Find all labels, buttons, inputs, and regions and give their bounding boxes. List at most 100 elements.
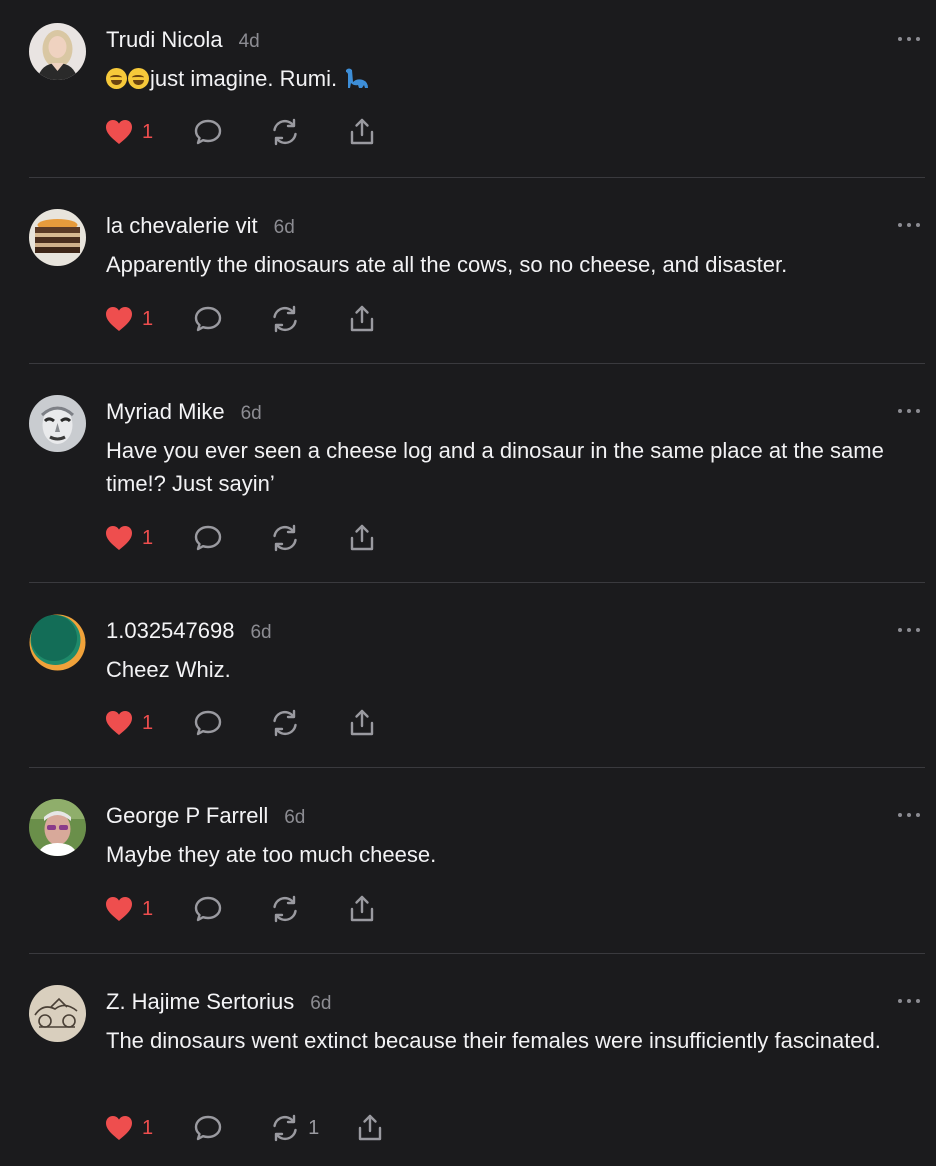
restack-arrows-icon bbox=[273, 305, 297, 333]
timestamp[interactable]: 6d bbox=[250, 622, 271, 644]
restack-arrows-icon bbox=[273, 118, 297, 146]
comment-header: la chevalerie vit 6d bbox=[106, 213, 295, 239]
comment-text: Apparently the dinosaurs ate all the cow… bbox=[106, 252, 788, 277]
restack-button[interactable] bbox=[270, 523, 300, 553]
avatar-image bbox=[29, 799, 86, 856]
reply-button[interactable] bbox=[193, 894, 223, 924]
comment-item: Myriad Mike 6d Have you ever seen a chee… bbox=[0, 364, 936, 583]
reply-button[interactable] bbox=[193, 523, 223, 553]
avatar[interactable] bbox=[29, 985, 86, 1042]
share-button[interactable] bbox=[347, 117, 377, 147]
comment-actions: 1 bbox=[104, 707, 377, 739]
restack-button[interactable]: 1 bbox=[270, 1113, 319, 1143]
dinosaur-icon bbox=[346, 68, 369, 88]
restack-count: 1 bbox=[308, 1116, 320, 1139]
share-button[interactable] bbox=[347, 523, 377, 553]
like-button[interactable]: 1 bbox=[104, 1114, 153, 1142]
author-name[interactable]: Trudi Nicola bbox=[106, 27, 223, 53]
avatar[interactable] bbox=[29, 799, 86, 856]
author-name[interactable]: 1.032547698 bbox=[106, 618, 234, 644]
more-dots-icon[interactable] bbox=[898, 34, 920, 44]
like-count: 1 bbox=[142, 1116, 154, 1139]
speech-bubble-icon bbox=[194, 710, 222, 736]
share-upload-icon bbox=[350, 895, 374, 922]
restack-button[interactable] bbox=[270, 708, 300, 738]
more-dots-icon[interactable] bbox=[898, 406, 920, 416]
restack-arrows-icon bbox=[273, 524, 297, 552]
like-count: 1 bbox=[142, 897, 154, 920]
timestamp[interactable]: 6d bbox=[284, 807, 305, 829]
comment-actions: 1 bbox=[104, 116, 377, 148]
author-name[interactable]: Myriad Mike bbox=[106, 399, 225, 425]
comment-actions: 1 1 bbox=[104, 1112, 385, 1144]
comment-text: Cheez Whiz. bbox=[106, 657, 231, 682]
speech-bubble-icon bbox=[194, 896, 222, 922]
speech-bubble-icon bbox=[194, 306, 222, 332]
avatar[interactable] bbox=[29, 209, 86, 266]
avatar[interactable] bbox=[29, 395, 86, 452]
more-dots-icon[interactable] bbox=[898, 220, 920, 230]
speech-bubble-icon bbox=[194, 1115, 222, 1141]
heart-icon bbox=[106, 307, 132, 331]
more-dots-icon[interactable] bbox=[898, 625, 920, 635]
comment-header: Trudi Nicola 4d bbox=[106, 27, 260, 53]
heart-icon bbox=[106, 1116, 132, 1140]
restack-button[interactable] bbox=[270, 117, 300, 147]
reply-button[interactable] bbox=[193, 304, 223, 334]
author-name[interactable]: George P Farrell bbox=[106, 803, 268, 829]
like-button[interactable]: 1 bbox=[104, 895, 153, 923]
avatar[interactable] bbox=[29, 614, 86, 671]
comment-text: The dinosaurs went extinct because their… bbox=[106, 1028, 881, 1053]
comment-text: 🤣🤣just imagine. Rumi. 🦕 bbox=[106, 62, 906, 103]
comment-header: George P Farrell 6d bbox=[106, 803, 305, 829]
share-button[interactable] bbox=[347, 894, 377, 924]
share-button[interactable] bbox=[347, 708, 377, 738]
like-button[interactable]: 1 bbox=[104, 709, 153, 737]
comment-feed: Trudi Nicola 4d 🤣🤣just imagine. Rumi. 🦕 … bbox=[0, 0, 936, 1166]
laughing-emoji-icon bbox=[106, 68, 127, 89]
comment-item: 1.032547698 6d Cheez Whiz. 1 bbox=[0, 583, 936, 768]
author-name[interactable]: la chevalerie vit bbox=[106, 213, 258, 239]
heart-icon bbox=[106, 711, 132, 735]
avatar-image bbox=[29, 614, 86, 671]
share-upload-icon bbox=[350, 118, 374, 145]
comment-text: Maybe they ate too much cheese. bbox=[106, 842, 437, 867]
speech-bubble-icon bbox=[194, 119, 222, 145]
comment-text: Have you ever seen a cheese log and a di… bbox=[106, 438, 884, 496]
avatar-image bbox=[29, 985, 86, 1042]
author-name[interactable]: Z. Hajime Sertorius bbox=[106, 989, 294, 1015]
comment-header: Z. Hajime Sertorius 6d bbox=[106, 989, 331, 1015]
comment-item: la chevalerie vit 6d Apparently the dino… bbox=[0, 178, 936, 364]
share-upload-icon bbox=[350, 524, 374, 551]
comment-text-content: just imagine. Rumi. bbox=[150, 66, 344, 91]
avatar[interactable] bbox=[29, 23, 86, 80]
reply-button[interactable] bbox=[193, 117, 223, 147]
share-upload-icon bbox=[350, 305, 374, 332]
reply-button[interactable] bbox=[193, 708, 223, 738]
timestamp[interactable]: 6d bbox=[241, 403, 262, 425]
share-button[interactable] bbox=[355, 1113, 385, 1143]
restack-arrows-icon bbox=[273, 1114, 297, 1142]
comment-header: Myriad Mike 6d bbox=[106, 399, 262, 425]
reply-button[interactable] bbox=[193, 1113, 223, 1143]
like-count: 1 bbox=[142, 711, 154, 734]
like-button[interactable]: 1 bbox=[104, 118, 153, 146]
share-upload-icon bbox=[359, 1114, 382, 1141]
timestamp[interactable]: 6d bbox=[310, 993, 331, 1015]
share-button[interactable] bbox=[347, 304, 377, 334]
like-button[interactable]: 1 bbox=[104, 305, 153, 333]
more-dots-icon[interactable] bbox=[898, 996, 920, 1006]
like-button[interactable]: 1 bbox=[104, 524, 153, 552]
timestamp[interactable]: 4d bbox=[239, 31, 260, 53]
heart-icon bbox=[106, 897, 132, 921]
more-dots-icon[interactable] bbox=[898, 810, 920, 820]
restack-button[interactable] bbox=[270, 304, 300, 334]
laughing-emoji-icon bbox=[128, 68, 149, 89]
heart-icon bbox=[106, 120, 132, 144]
avatar-image bbox=[29, 23, 86, 80]
restack-button[interactable] bbox=[270, 894, 300, 924]
like-count: 1 bbox=[142, 120, 154, 143]
share-upload-icon bbox=[350, 709, 374, 736]
comment-header: 1.032547698 6d bbox=[106, 618, 272, 644]
timestamp[interactable]: 6d bbox=[274, 217, 295, 239]
